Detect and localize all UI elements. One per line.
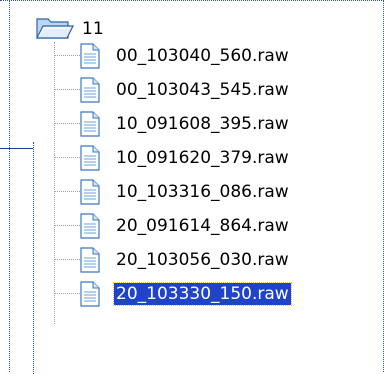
file-label: 20_091614_864.raw <box>116 215 289 236</box>
file-label: 10_103316_086.raw <box>116 181 289 202</box>
tree-file-item[interactable]: 00_103040_560.raw <box>54 42 291 69</box>
file-label: 00_103043_545.raw <box>116 79 289 100</box>
tree-connector <box>54 224 80 227</box>
file-label: 20_103056_030.raw <box>116 249 289 270</box>
file-icon <box>80 110 100 137</box>
tree-file-item[interactable]: 20_091614_864.raw <box>54 212 291 239</box>
file-icon <box>80 42 100 69</box>
file-label-selected: 20_103330_150.raw <box>113 281 292 306</box>
file-icon <box>80 246 100 273</box>
folder-label: 11 <box>82 19 104 39</box>
tree-connector <box>54 258 80 261</box>
file-label: 10_091608_395.raw <box>116 113 289 134</box>
tree-file-item-selected[interactable]: 20_103330_150.raw <box>54 280 292 307</box>
tree-connector <box>54 190 80 193</box>
tree-connector <box>54 54 80 57</box>
file-label: 10_091620_379.raw <box>116 147 289 168</box>
file-icon <box>80 144 100 171</box>
file-icon <box>80 280 100 307</box>
tree-file-item[interactable]: 10_091608_395.raw <box>54 110 291 137</box>
tree-file-item[interactable]: 00_103043_545.raw <box>54 76 291 103</box>
file-icon <box>80 212 100 239</box>
file-label: 00_103040_560.raw <box>116 45 289 66</box>
file-tree: 11 00_103040_560.raw 00_103043_545.raw 1… <box>0 0 385 374</box>
tree-folder-11[interactable]: 11 <box>36 16 104 42</box>
tree-connector <box>54 156 80 159</box>
open-folder-icon <box>36 16 74 42</box>
tree-connector <box>54 292 80 295</box>
tree-connector <box>54 122 80 125</box>
tree-file-item[interactable]: 10_091620_379.raw <box>54 144 291 171</box>
tree-connector <box>54 88 80 91</box>
file-icon <box>80 178 100 205</box>
file-icon <box>80 76 100 103</box>
tree-file-item[interactable]: 10_103316_086.raw <box>54 178 291 205</box>
tree-file-item[interactable]: 20_103056_030.raw <box>54 246 291 273</box>
